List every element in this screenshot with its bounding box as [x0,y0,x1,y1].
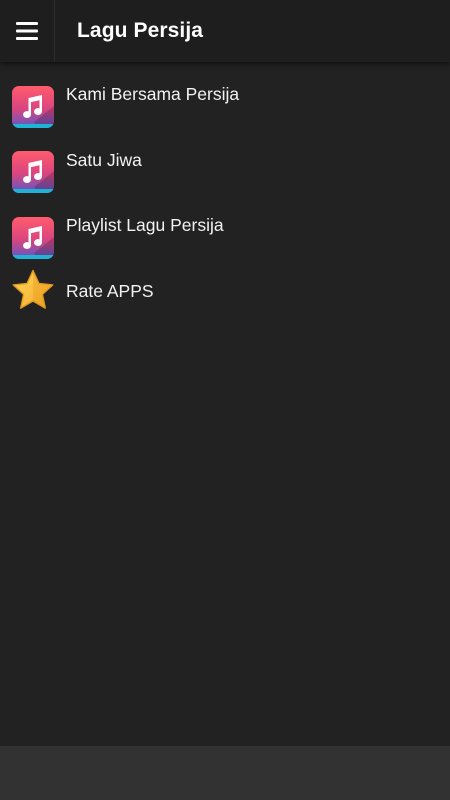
list-item-kami-bersama-persija[interactable]: Kami Bersama Persija [0,62,450,128]
music-note-icon [12,151,54,193]
app-bar: Lagu Persija [0,0,450,62]
menu-list: Kami Bersama Persija Satu Jiwa Playlist … [0,62,450,324]
hamburger-menu-icon [16,22,38,40]
music-note-icon [12,85,54,128]
list-item-label: Satu Jiwa [66,149,142,170]
list-item-label: Rate APPS [66,280,154,301]
bottom-bar [0,746,450,800]
menu-button[interactable] [0,0,55,62]
list-item-rate-apps[interactable]: Rate APPS [0,259,450,325]
star-icon [12,270,54,312]
app-title: Lagu Persija [77,19,204,42]
list-item-playlist-lagu-persija[interactable]: Playlist Lagu Persija [0,193,450,259]
list-item-satu-jiwa[interactable]: Satu Jiwa [0,128,450,193]
list-item-label: Playlist Lagu Persija [66,215,224,236]
list-item-label: Kami Bersama Persija [66,84,240,105]
music-note-icon [12,216,54,259]
